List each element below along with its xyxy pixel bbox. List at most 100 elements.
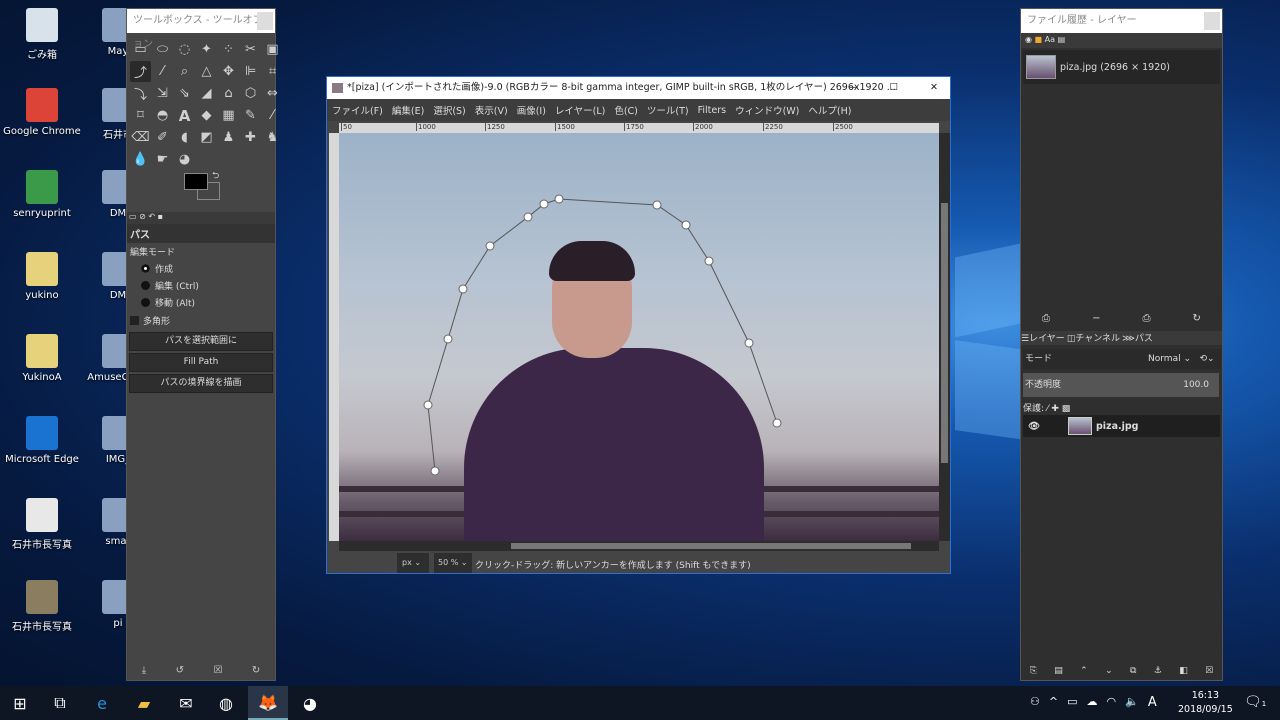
desktop-icon[interactable]: ごみ箱 <box>2 8 82 61</box>
edit-mode-radio[interactable]: 移動 (Alt) <box>127 294 275 311</box>
ellipse-select-icon[interactable]: ⬭ <box>152 39 173 60</box>
edge-taskbar-icon[interactable]: e <box>82 686 122 720</box>
shear-icon[interactable]: ⇘ <box>174 83 195 104</box>
desktop-icon[interactable]: 石井市長写真 <box>2 580 82 633</box>
path-anchor[interactable] <box>539 199 549 209</box>
menu-item[interactable]: ツール(T) <box>647 103 689 117</box>
menu-item[interactable]: 表示(V) <box>475 103 508 117</box>
mail-taskbar-icon[interactable]: ✉ <box>166 686 206 720</box>
font-tab-icon[interactable]: Aa <box>1045 35 1055 44</box>
refresh-icon[interactable]: ↻ <box>1193 313 1201 324</box>
path-anchor[interactable] <box>681 220 691 230</box>
battery-icon[interactable]: ▭ <box>1067 695 1077 710</box>
action-center-icon[interactable]: 🗨1 <box>1244 694 1266 710</box>
dock-titlebar[interactable]: ファイル履歴 - レイヤー <box>1021 9 1222 33</box>
scale-icon[interactable]: ⇲ <box>152 83 173 104</box>
tool-options-tab-icon[interactable]: ▭ ⊘ ↶ ▪ <box>129 212 163 221</box>
airbrush-icon[interactable]: ✐ <box>152 127 173 148</box>
menu-item[interactable]: レイヤー(L) <box>555 103 605 117</box>
mypaint-brush-icon[interactable]: ◩ <box>196 127 217 148</box>
app-taskbar-icon[interactable]: ◕ <box>290 686 330 720</box>
ink-icon[interactable]: ◖ <box>174 127 195 148</box>
delete-icon[interactable]: ☒ <box>1205 666 1213 676</box>
path-anchor[interactable] <box>704 256 714 266</box>
perspective-clone-icon[interactable]: ♞ <box>262 127 283 148</box>
heal-icon[interactable]: ✚ <box>240 127 261 148</box>
tab-paths[interactable]: ⋙パス <box>1122 331 1153 345</box>
smudge-icon[interactable]: ☛ <box>152 149 173 170</box>
tab-channels[interactable]: ◫チャンネル <box>1067 331 1120 345</box>
swap-colors-icon[interactable]: ⮌ <box>212 168 219 184</box>
polygon-checkbox[interactable]: 多角形 <box>127 311 275 330</box>
menu-item[interactable]: ウィンドウ(W) <box>735 103 799 117</box>
start-button[interactable]: ⊞ <box>0 686 40 720</box>
new-group-icon[interactable]: ▤ <box>1054 666 1063 676</box>
vertical-scrollbar[interactable] <box>939 133 950 541</box>
print-icon[interactable]: ⎙ <box>1143 313 1151 324</box>
rotate-icon[interactable]: ⤵ <box>130 83 151 104</box>
flip-icon[interactable]: ⇔ <box>262 83 283 104</box>
paint-taskbar-icon[interactable]: ◍ <box>206 686 246 720</box>
task-view-icon[interactable]: ⧉ <box>40 686 80 720</box>
mask-icon[interactable]: ◧ <box>1179 666 1188 676</box>
desktop-icon[interactable]: yukino <box>2 252 82 301</box>
clone-icon[interactable]: ♟ <box>218 127 239 148</box>
lock-position-icon[interactable]: ✚ <box>1051 404 1059 414</box>
warp-transform-icon[interactable]: ◓ <box>152 105 173 126</box>
path-anchor[interactable] <box>772 418 782 428</box>
zoom-icon[interactable]: ⌕ <box>174 61 195 82</box>
gradient-icon[interactable]: ▦ <box>218 105 239 126</box>
maximize-button[interactable]: ☐ <box>889 77 898 99</box>
path-anchor[interactable] <box>652 200 662 210</box>
path-to-selection-button[interactable]: パスを選択範囲に <box>129 332 273 351</box>
path-anchor[interactable] <box>523 212 533 222</box>
edit-mode-radio[interactable]: 作成 <box>127 260 275 277</box>
blur-icon[interactable]: 💧 <box>130 149 151 170</box>
clock[interactable]: 16:13 2018/09/15 <box>1178 689 1233 717</box>
measure-icon[interactable]: △ <box>196 61 217 82</box>
wifi-icon[interactable]: ◠ <box>1107 695 1117 710</box>
menu-item[interactable]: ヘルプ(H) <box>808 103 851 117</box>
duplicate-icon[interactable]: ⧉ <box>1130 666 1136 676</box>
perspective-icon[interactable]: ◢ <box>196 83 217 104</box>
horizontal-scrollbar[interactable] <box>339 541 939 551</box>
foreground-select-icon[interactable]: ▣ <box>262 39 283 60</box>
paths-tool-icon[interactable]: ⤴ <box>130 61 151 82</box>
menu-item[interactable]: 色(C) <box>614 103 638 117</box>
lower-icon[interactable]: ⌄ <box>1105 666 1113 676</box>
menu-item[interactable]: 選択(S) <box>433 103 465 117</box>
path-anchor[interactable] <box>443 334 453 344</box>
layer-row[interactable]: 👁 piza.jpg <box>1023 415 1220 437</box>
opacity-spinner[interactable]: 不透明度 100.0 <box>1023 373 1219 397</box>
crop-icon[interactable]: ⌗ <box>262 61 283 82</box>
new-layer-icon[interactable]: ⎘ <box>1030 666 1037 676</box>
menu-item[interactable]: 編集(E) <box>392 103 424 117</box>
path-overlay[interactable] <box>339 133 939 541</box>
restore-icon[interactable]: ↺ <box>176 665 184 676</box>
menu-item[interactable]: Filters <box>698 105 726 116</box>
save-options-icon[interactable]: ⤓ <box>142 665 146 676</box>
eraser-icon[interactable]: ⌫ <box>130 127 151 148</box>
show-hidden-icon[interactable]: ^ <box>1049 695 1058 710</box>
close-button[interactable] <box>257 12 273 30</box>
unit-select[interactable]: px ⌄ <box>397 553 429 573</box>
desktop-icon[interactable]: 石井市長写真 <box>2 498 82 551</box>
color-picker-icon[interactable]: ⁄ <box>152 61 173 82</box>
desktop-icon[interactable]: senryuprint <box>2 170 82 219</box>
minimize-button[interactable]: — <box>849 77 859 99</box>
path-segment[interactable] <box>427 198 778 472</box>
volume-icon[interactable]: 🔈 <box>1125 695 1139 710</box>
menu-item[interactable]: ファイル(F) <box>332 103 383 117</box>
composite-select[interactable]: ⟲⌄ <box>1193 349 1221 369</box>
history-tab-icon[interactable]: ▤ <box>1058 35 1066 44</box>
path-anchor[interactable] <box>430 466 440 476</box>
close-button[interactable]: ✕ <box>930 77 938 99</box>
visibility-eye-icon[interactable]: 👁 <box>1023 421 1068 432</box>
history-item[interactable]: piza.jpg (2696 × 1920) <box>1023 50 1220 84</box>
reset-icon[interactable]: ↻ <box>252 665 260 676</box>
delete-icon[interactable]: ☒ <box>213 665 222 676</box>
edit-mode-radio[interactable]: 編集 (Ctrl) <box>127 277 275 294</box>
image-canvas[interactable] <box>339 133 939 541</box>
move-icon[interactable]: ✥ <box>218 61 239 82</box>
warp-icon[interactable]: ⌂ <box>218 83 239 104</box>
